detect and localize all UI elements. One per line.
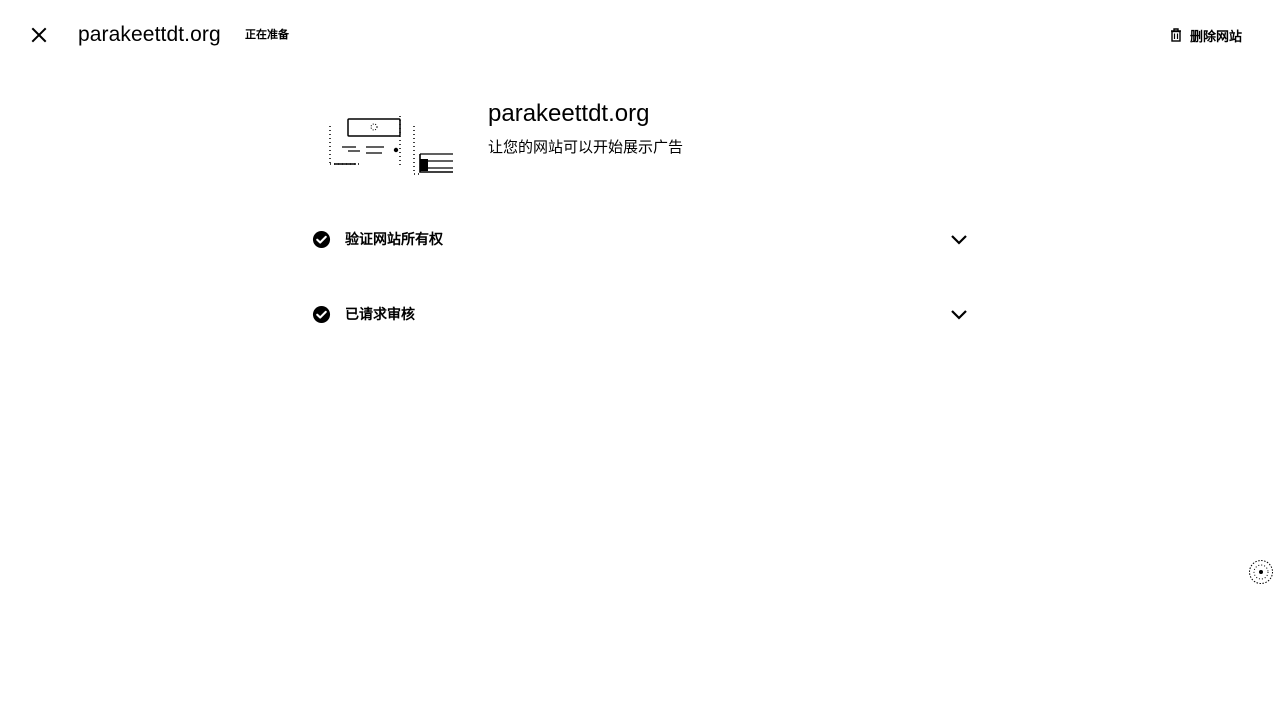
step-review-requested[interactable]: 已请求审核 (300, 292, 982, 336)
trash-icon (1170, 28, 1181, 42)
site-name-title: parakeettdt.org (78, 23, 221, 46)
help-icon[interactable] (1248, 559, 1274, 585)
step-label: 验证网站所有权 (345, 232, 443, 248)
site-setup-page: parakeettdt.org 正在准备 删除网站 parakeettdt.or… (0, 0, 1280, 704)
check-circle-icon (311, 229, 331, 249)
delete-site-label: 删除网站 (1189, 29, 1242, 45)
close-button[interactable] (24, 20, 54, 50)
check-circle-icon (311, 304, 331, 324)
hero-site-title: parakeettdt.org (488, 100, 650, 127)
delete-site-button[interactable]: 删除网站 (1170, 24, 1242, 46)
step-verify-ownership[interactable]: 验证网站所有权 (300, 217, 982, 261)
hero-subtitle: 让您的网站可以开始展示广告 (488, 138, 684, 156)
status-badge: 正在准备 (245, 28, 289, 41)
chevron-down-icon[interactable] (947, 302, 971, 326)
step-label: 已请求审核 (345, 307, 415, 323)
website-illustration (329, 116, 453, 175)
chevron-down-icon[interactable] (947, 227, 971, 251)
close-icon (31, 27, 47, 43)
